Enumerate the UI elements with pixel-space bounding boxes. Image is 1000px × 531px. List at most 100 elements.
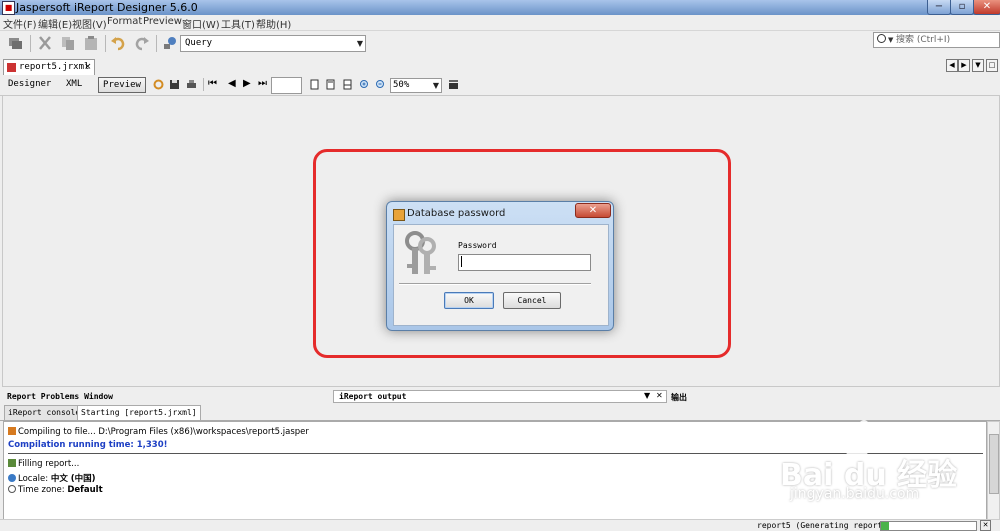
tab-starting-report[interactable]: Starting [report5.jrxml] (77, 405, 201, 420)
chevron-down-icon: ▼ (432, 81, 439, 90)
stop-task-button[interactable]: ✕ (980, 520, 991, 531)
cancel-button[interactable]: Cancel (503, 292, 561, 309)
panel-close-icon[interactable]: ✕ (656, 391, 663, 400)
zoom-out-icon[interactable] (375, 79, 386, 90)
status-text: report5 (Generating report) (757, 521, 888, 530)
query-combo[interactable]: Query ▼ (180, 35, 366, 52)
menu-help[interactable]: 帮助(H) (256, 16, 291, 31)
menu-file[interactable]: 文件(F) (3, 16, 37, 31)
status-bar: report5 (Generating report) ✕ (0, 519, 1000, 531)
maximize-editor-button[interactable]: □ (986, 59, 998, 72)
output-title-label: iReport output (339, 392, 407, 401)
toolbar-separator (156, 35, 157, 52)
main-toolbar: Query ▼ (0, 30, 1000, 57)
menu-edit[interactable]: 编辑(E) (38, 16, 72, 31)
menu-bar: 文件(F) 编辑(E) 视图(V) Format Preview 窗口(W) 工… (0, 15, 1000, 31)
search-dropdown-icon[interactable]: ▼ (888, 33, 893, 47)
preview-toolbar: Designer XML Preview ⏮ ◀ ▶ ⏭ 50% ▼ (0, 75, 1000, 96)
console-scrollbar[interactable] (987, 421, 1000, 520)
zoom-in-icon[interactable] (359, 79, 370, 90)
previous-page-icon[interactable]: ◀ (228, 78, 236, 89)
tab-scroll-left-button[interactable]: ◀ (946, 59, 958, 72)
menu-format[interactable]: Format (107, 16, 142, 27)
actual-size-icon[interactable] (309, 79, 320, 90)
menu-window[interactable]: 窗口(W) (182, 16, 220, 31)
dialog-close-button[interactable]: ✕ (575, 203, 611, 218)
tab-preview[interactable]: Preview (98, 77, 146, 93)
password-label: Password (458, 241, 497, 250)
console-divider (8, 453, 983, 454)
report-query-icon[interactable] (162, 35, 178, 51)
clock-icon (8, 485, 16, 493)
first-page-icon[interactable]: ⏮ (208, 78, 217, 89)
cut-icon[interactable] (37, 35, 53, 51)
save-icon[interactable] (169, 79, 180, 90)
console-line: Locale: 中文 (中国) (8, 472, 96, 484)
document-tab-row: report5.jrxml × ◀ ▶ ▼ □ (0, 56, 1000, 76)
print-icon[interactable] (186, 79, 197, 90)
search-icon (877, 34, 886, 43)
search-placeholder: 搜索 (Ctrl+I) (896, 35, 951, 45)
globe-icon (8, 474, 16, 482)
keys-icon (405, 231, 436, 274)
console-tab-row: iReport console Starting [report5.jrxml] (0, 403, 1000, 421)
reload-icon[interactable] (153, 79, 164, 90)
text-caret (461, 256, 462, 267)
toolbar-separator (30, 35, 31, 52)
dialog-separator (399, 283, 591, 285)
console-line: Time zone: Default (8, 485, 103, 495)
last-page-icon[interactable]: ⏭ (258, 78, 267, 89)
chevron-down-icon: ▼ (356, 39, 363, 48)
toolbar-separator (105, 35, 106, 52)
tab-scroll-right-button[interactable]: ▶ (958, 59, 970, 72)
report-problems-title[interactable]: Report Problems Window (7, 392, 113, 401)
document-tab[interactable]: report5.jrxml × (3, 59, 95, 75)
console-line: Compiling to file... D:\Program Files (x… (8, 427, 309, 437)
tab-ireport-console[interactable]: iReport console (4, 405, 85, 420)
password-field[interactable] (458, 254, 591, 271)
console-line: Compilation running time: 1,330! (8, 440, 168, 450)
zoom-value: 50% (393, 80, 410, 90)
clapper-icon[interactable] (448, 79, 459, 90)
console-line: Filling report... (8, 459, 79, 469)
maximize-button[interactable]: ▫ (950, 0, 974, 15)
next-page-icon[interactable]: ▶ (243, 78, 251, 89)
output-alt-title[interactable]: 输出 (671, 392, 687, 403)
minimize-button[interactable]: − (927, 0, 951, 15)
query-combo-value: Query (185, 38, 213, 48)
progress-fill (881, 522, 889, 530)
fit-page-icon[interactable] (325, 79, 336, 90)
output-panel-title[interactable]: iReport output ▼ ✕ (333, 390, 667, 403)
toolbar-separator (203, 78, 204, 91)
jrxml-file-icon (7, 63, 16, 72)
fill-icon (8, 459, 16, 467)
title-bar: ■ Jaspersoft iReport Designer 5.6.0 − ▫ … (0, 0, 1000, 16)
copy-icon[interactable] (60, 35, 76, 51)
close-window-button[interactable]: ✕ (973, 0, 1000, 15)
datasource-icon[interactable] (7, 35, 23, 51)
panel-menu-icon[interactable]: ▼ (644, 391, 650, 400)
page-number-input[interactable] (271, 77, 302, 94)
document-tab-label: report5.jrxml (19, 62, 90, 72)
redo-icon[interactable] (134, 35, 150, 51)
tab-designer[interactable]: Designer (8, 79, 51, 89)
fit-width-icon[interactable] (342, 79, 353, 90)
undo-icon[interactable] (110, 35, 126, 51)
search-input[interactable]: ▼ 搜索 (Ctrl+I) (873, 32, 1000, 48)
console-output: Compiling to file... D:\Program Files (x… (3, 421, 987, 520)
menu-preview[interactable]: Preview (143, 16, 182, 27)
java-icon (393, 209, 405, 221)
tab-close-button[interactable]: × (84, 60, 92, 75)
menu-view[interactable]: 视图(V) (72, 16, 107, 31)
menu-tools[interactable]: 工具(T) (221, 16, 255, 31)
compile-icon (8, 427, 16, 435)
ok-button[interactable]: OK (444, 292, 494, 309)
window-title: Jaspersoft iReport Designer 5.6.0 (16, 1, 198, 14)
tab-list-button[interactable]: ▼ (972, 59, 984, 72)
app-icon: ■ (2, 1, 15, 15)
paste-icon[interactable] (83, 35, 99, 51)
scrollbar-thumb[interactable] (989, 434, 999, 494)
tab-xml[interactable]: XML (66, 79, 82, 89)
dialog-title: Database password (407, 208, 506, 219)
zoom-select[interactable]: 50% ▼ (390, 78, 442, 93)
